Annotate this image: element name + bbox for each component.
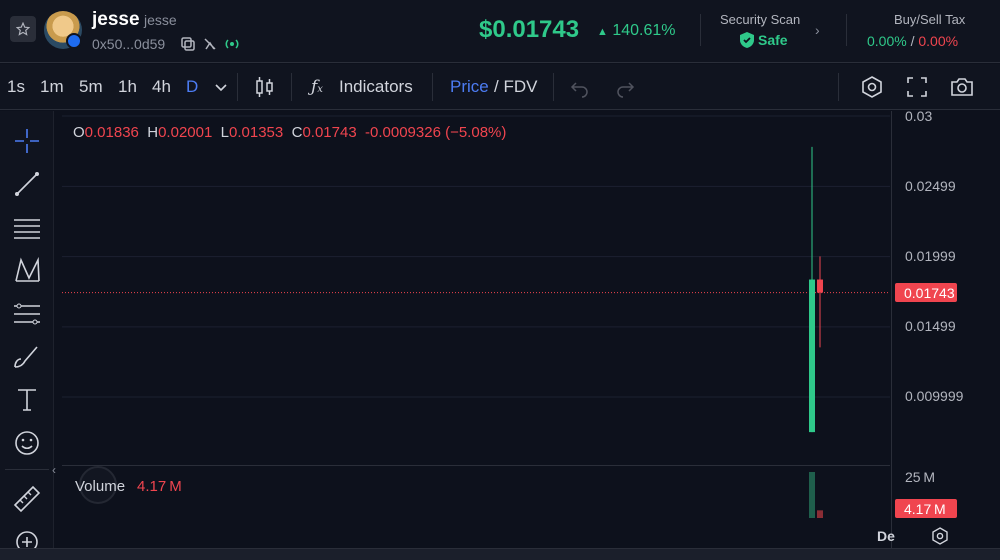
open-label: O [73, 124, 85, 141]
price-tick: 0.02499 [905, 178, 956, 194]
low-value: 0.01353 [229, 124, 284, 141]
candle-body [809, 279, 815, 433]
volume-tag: 4.17 M [895, 499, 957, 518]
volume-value: 4.17 M [137, 478, 182, 495]
fdv-option[interactable]: / FDV [494, 77, 537, 97]
hexagon-settings-icon[interactable] [859, 74, 885, 100]
interval-4h[interactable]: 4h [152, 77, 171, 97]
low-label: L [220, 124, 230, 141]
price-tick: 0.01999 [905, 248, 956, 264]
high-label: H [147, 124, 159, 141]
triangle-up-icon: ▲ [597, 26, 608, 38]
brush-icon[interactable] [11, 341, 43, 373]
bottom-scrollbar[interactable] [0, 548, 1000, 560]
interval-5m[interactable]: 5m [79, 77, 103, 97]
current-price: $0.01743 [479, 16, 580, 43]
emoji-icon[interactable] [11, 427, 43, 459]
address-actions [180, 36, 240, 52]
divider [237, 73, 238, 101]
tax-title: Buy/Sell Tax [894, 12, 966, 27]
buy-tax: 0.00% [867, 33, 907, 49]
shield-check-icon [740, 32, 754, 48]
divider [838, 73, 839, 101]
crosshair-icon[interactable] [11, 125, 43, 157]
sell-tax: 0.00% [918, 33, 959, 49]
price-option[interactable]: Price [450, 77, 489, 97]
candlestick-icon[interactable] [252, 74, 278, 100]
volume-label: Volume [75, 478, 126, 495]
chevron-down-icon[interactable] [208, 74, 234, 100]
fullscreen-icon[interactable] [904, 74, 930, 100]
drawing-toolbar [0, 111, 54, 560]
price-change: ▲ 140.61% [597, 22, 676, 40]
current-price-tag: 0.01743 [895, 283, 957, 302]
token-header: jesse jesse 0x50...0d59 $0.01743 ▲ 140.6… [0, 0, 1000, 63]
chain-badge-icon [66, 33, 82, 49]
star-icon [16, 22, 30, 36]
security-scan-value: Safe [758, 32, 788, 48]
candle-change: -0.0009326 (−5.08%) [365, 124, 507, 141]
tax-values: 0.00% / 0.00% [867, 33, 958, 49]
ohlc-legend: O0.01836 H0.02001 L0.01353 C0.01743 -0.0… [73, 124, 506, 141]
chevron-right-icon: › [815, 22, 820, 38]
interval-1s[interactable]: 1s [7, 77, 25, 97]
tax-separator: / [910, 33, 915, 49]
volume-bar [809, 472, 815, 518]
divider [700, 14, 701, 46]
high-value: 0.02001 [158, 124, 213, 141]
pattern-icon[interactable] [11, 254, 43, 286]
favorite-button[interactable] [10, 16, 36, 42]
undo-icon[interactable] [567, 74, 593, 100]
security-scan-title: Security Scan [720, 12, 801, 27]
token-symbol: jesse [144, 12, 177, 28]
price-change-value: 140.61% [612, 22, 676, 39]
fib-icon[interactable] [11, 298, 43, 330]
divider [432, 73, 433, 101]
horizontal-lines-icon[interactable] [11, 212, 43, 244]
chart-toolbar: 1s 1m 5m 1h 4h D ƒx Indicators Price / F… [0, 64, 1000, 110]
ruler-icon[interactable] [11, 483, 43, 515]
volume-chart [809, 472, 823, 518]
interval-d[interactable]: D [186, 77, 198, 97]
radio-icon[interactable] [224, 36, 240, 52]
volume-bar [817, 510, 823, 518]
volume-tick: 25 M [905, 469, 936, 485]
redo-icon[interactable] [612, 74, 638, 100]
price-chart[interactable] [62, 111, 890, 465]
divider [846, 14, 847, 46]
token-address: 0x50...0d59 [92, 36, 166, 52]
price-tick: 0.009999 [905, 388, 964, 404]
divider [291, 73, 292, 101]
collapse-pane-icon[interactable]: ‹ [52, 463, 56, 477]
interval-1m[interactable]: 1m [40, 77, 64, 97]
close-value: 0.01743 [302, 124, 357, 141]
text-icon[interactable] [11, 384, 43, 416]
divider [5, 469, 49, 470]
fx-icon: ƒx [311, 77, 323, 97]
open-value: 0.01836 [84, 124, 139, 141]
token-name: jesse [92, 9, 140, 30]
candle-body [817, 279, 823, 293]
interval-1h[interactable]: 1h [118, 77, 137, 97]
divider [553, 73, 554, 101]
copy-icon[interactable] [180, 36, 196, 52]
time-axis-label: De [877, 528, 895, 544]
price-tick: 0.03 [905, 108, 933, 124]
trendline-icon[interactable] [11, 168, 43, 200]
hexagon-settings-icon[interactable] [930, 526, 950, 546]
no-mint-icon[interactable] [202, 36, 218, 52]
camera-icon[interactable] [949, 74, 975, 100]
price-tick: 0.01499 [905, 318, 956, 334]
close-label: C [291, 124, 303, 141]
indicators-label: Indicators [339, 77, 413, 96]
